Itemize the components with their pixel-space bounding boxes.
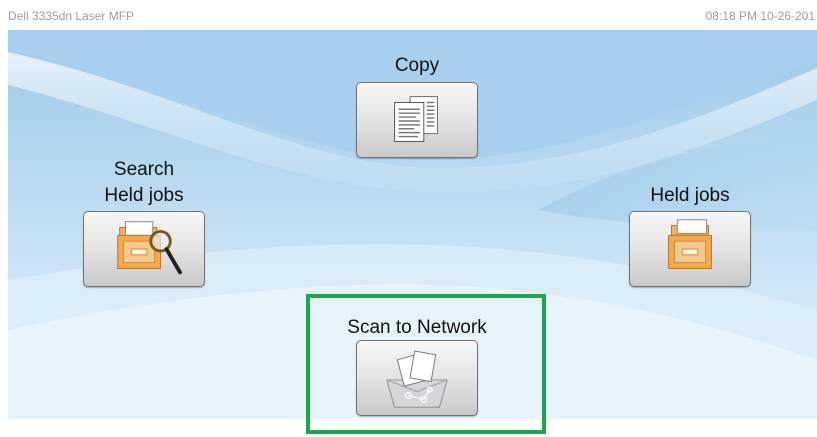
scan-to-network-tile[interactable]: Scan to Network	[312, 316, 522, 418]
device-name: Dell 3335dn Laser MFP	[8, 9, 135, 23]
search-held-jobs-label-line2: Held jobs	[104, 185, 184, 206]
copy-tile[interactable]: Copy	[356, 54, 478, 160]
held-jobs-label: Held jobs	[650, 185, 730, 206]
search-held-jobs-icon	[117, 221, 182, 275]
held-jobs-tile[interactable]: Held jobs	[629, 184, 751, 288]
status-bar: Dell 3335dn Laser MFP 08:18 PM 10-26-201	[0, 0, 817, 30]
scan-to-network-label: Scan to Network	[347, 317, 487, 338]
scan-to-network-button[interactable]	[356, 340, 478, 416]
held-jobs-folder-icon	[668, 219, 712, 269]
date-time: 08:18 PM 10-26-201	[705, 9, 815, 23]
search-held-jobs-label-line1: Search	[113, 159, 175, 180]
search-held-jobs-button[interactable]	[83, 211, 205, 287]
scan-to-network-icon	[386, 350, 448, 408]
copy-documents-icon	[394, 96, 438, 142]
held-jobs-button[interactable]	[629, 211, 751, 287]
copy-button[interactable]	[356, 82, 478, 158]
search-held-jobs-tile[interactable]: Search Held jobs	[83, 158, 205, 288]
copy-label: Copy	[394, 55, 440, 76]
